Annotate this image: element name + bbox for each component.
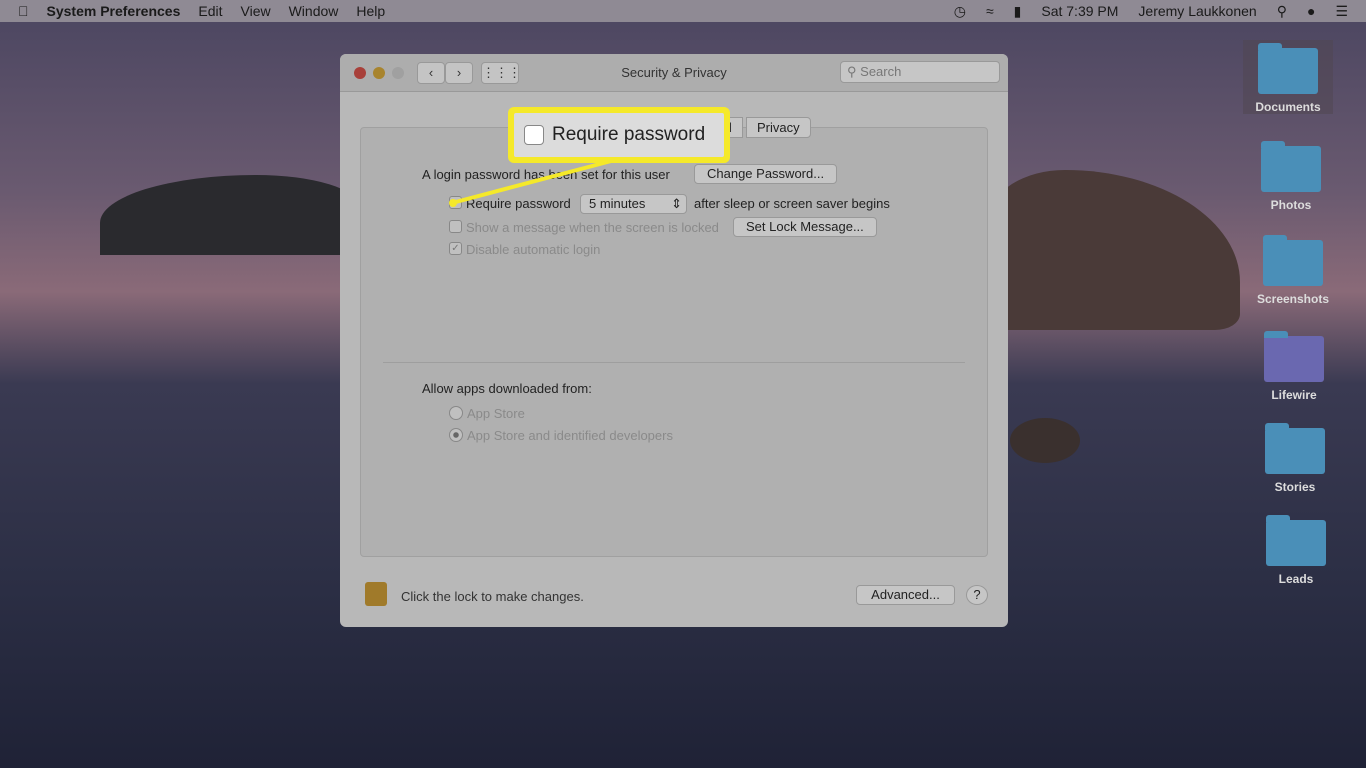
folder-label: Leads xyxy=(1278,572,1314,586)
callout-label: Require password xyxy=(552,124,706,145)
folder-label: Lifewire xyxy=(1271,388,1317,402)
desktop-folder-photos[interactable]: Photos xyxy=(1246,141,1336,212)
folder-label: Stories xyxy=(1274,480,1316,494)
desktop-folder-documents[interactable]: Documents xyxy=(1243,40,1333,114)
folder-icon xyxy=(1258,43,1318,94)
folder-icon xyxy=(1263,235,1323,286)
folder-icon xyxy=(1264,331,1324,382)
desktop-folder-screenshots[interactable]: Screenshots xyxy=(1248,235,1338,306)
callout-checkbox xyxy=(524,125,544,145)
desktop-folder-stories[interactable]: Stories xyxy=(1250,423,1340,494)
desktop-folder-lifewire[interactable]: Lifewire xyxy=(1249,331,1339,402)
desktop-folder-leads[interactable]: Leads xyxy=(1251,515,1341,586)
callout-highlight: Require password xyxy=(508,107,730,163)
folder-label: Photos xyxy=(1270,198,1312,212)
folder-label: Screenshots xyxy=(1256,292,1330,306)
folder-icon xyxy=(1265,423,1325,474)
folder-label: Documents xyxy=(1255,100,1321,114)
folder-icon xyxy=(1261,141,1321,192)
folder-icon xyxy=(1266,515,1326,566)
